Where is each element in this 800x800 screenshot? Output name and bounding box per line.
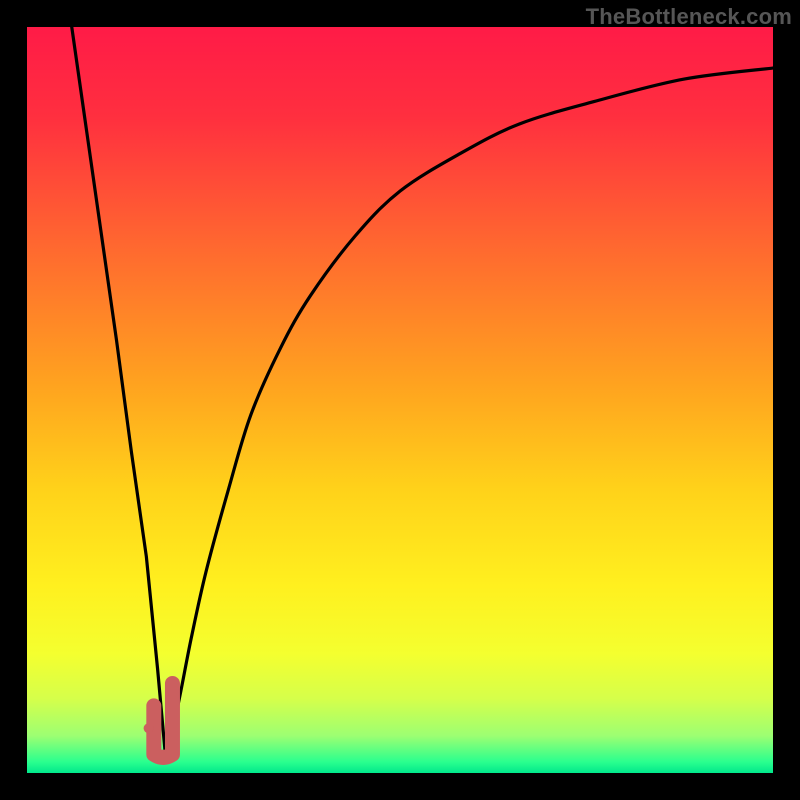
j-marker-dot [144,723,154,733]
plot-area [27,27,773,773]
watermark-label: TheBottleneck.com [586,4,792,30]
right-branch-line [165,68,773,751]
left-branch-line [72,27,165,751]
chart-frame: TheBottleneck.com [0,0,800,800]
curve-layer [27,27,773,773]
